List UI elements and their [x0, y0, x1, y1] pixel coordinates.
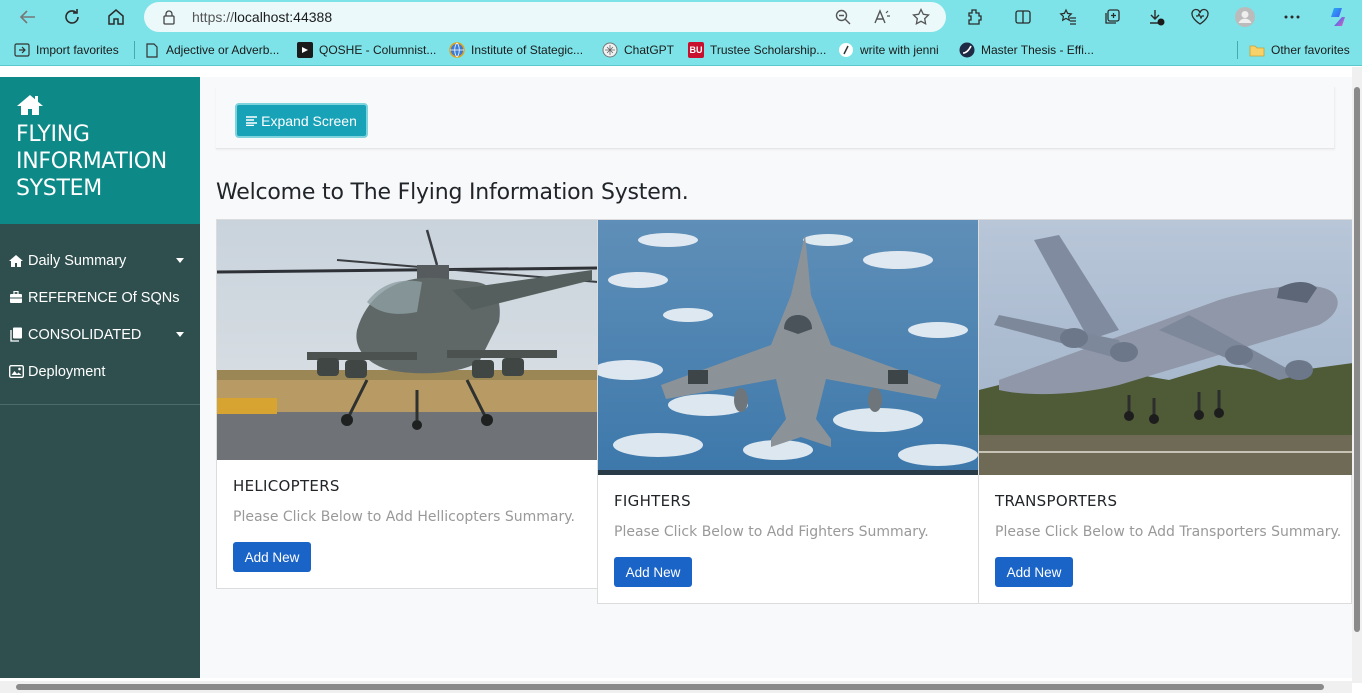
browser-toolbar: https://localhost:44388 — [0, 0, 1362, 34]
bookmark-institute[interactable]: Institute of Stategic... — [449, 41, 583, 59]
card-title: FIGHTERS — [614, 492, 691, 510]
briefcase-icon — [8, 290, 24, 306]
sidebar-brand[interactable]: FLYING INFORMATION SYSTEM — [0, 77, 200, 224]
zoom-icon[interactable] — [834, 8, 852, 31]
transporters-card: TRANSPORTERS Please Click Below to Add T… — [978, 219, 1353, 604]
collections-icon[interactable] — [1100, 5, 1124, 29]
bookmark-label: Master Thesis - Effi... — [981, 43, 1094, 57]
bookmark-trustee[interactable]: BU Trustee Scholarship... — [688, 41, 826, 59]
bookmark-label: Other favorites — [1271, 43, 1350, 57]
read-aloud-icon[interactable] — [873, 8, 891, 31]
sidebar-item-deployment[interactable]: Deployment — [0, 353, 200, 390]
address-bar[interactable]: https://localhost:44388 — [144, 2, 946, 32]
sidebar: FLYING INFORMATION SYSTEM Daily Summary … — [0, 77, 200, 678]
bookmark-separator — [134, 41, 135, 59]
folder-icon — [1249, 42, 1265, 58]
horizontal-scrollbar[interactable] — [0, 681, 1352, 693]
card-text: Please Click Below to Add Hellicopters S… — [233, 509, 575, 525]
helicopter-photo — [217, 220, 598, 460]
page-icon — [144, 42, 160, 58]
sidebar-item-label: CONSOLIDATED — [28, 326, 142, 343]
home-icon — [16, 94, 44, 121]
helicopters-card: HELICOPTERS Please Click Below to Add He… — [216, 219, 598, 589]
bookmark-label: ChatGPT — [624, 43, 675, 57]
copilot-icon[interactable] — [1326, 5, 1350, 29]
url-prefix: https:// — [192, 9, 235, 25]
bookmark-label: QOSHE - Columnist... — [319, 43, 437, 57]
card-title: TRANSPORTERS — [995, 492, 1118, 510]
sidebar-item-consolidated[interactable]: CONSOLIDATED — [0, 316, 200, 353]
more-options-icon[interactable] — [1280, 5, 1304, 29]
bookmark-label: Institute of Stategic... — [471, 43, 584, 57]
chatgpt-icon — [602, 42, 618, 58]
qoshe-logo-icon — [297, 42, 313, 58]
globe-icon — [449, 42, 465, 58]
bookmark-label: write with jenni — [860, 43, 939, 57]
split-screen-icon[interactable] — [1011, 5, 1035, 29]
card-title: HELICOPTERS — [233, 477, 340, 495]
sidebar-divider — [0, 404, 200, 405]
sidebar-item-label: REFERENCE Of SQNs — [28, 289, 180, 306]
bookmark-adjective[interactable]: Adjective or Adverb... — [144, 41, 279, 59]
scrollbar-thumb[interactable] — [16, 684, 1324, 690]
thesis-logo-icon — [959, 42, 975, 58]
back-icon[interactable] — [16, 5, 40, 29]
fighter-jet-photo — [598, 220, 979, 475]
app-viewport: FLYING INFORMATION SYSTEM Daily Summary … — [0, 67, 1362, 693]
add-new-transporter-button[interactable]: Add New — [995, 557, 1073, 587]
downloads-icon[interactable] — [1144, 5, 1168, 29]
align-left-icon — [246, 113, 258, 129]
favorites-icon[interactable] — [1056, 5, 1080, 29]
sidebar-item-daily-summary[interactable]: Daily Summary — [0, 242, 200, 279]
url-text: https://localhost:44388 — [192, 9, 332, 25]
url-host: localhost:44388 — [234, 9, 333, 25]
extensions-icon[interactable] — [963, 5, 987, 29]
app-title: FLYING INFORMATION SYSTEM — [16, 122, 167, 201]
bookmark-chatgpt[interactable]: ChatGPT — [602, 41, 674, 59]
bookmark-other-favorites[interactable]: Other favorites — [1249, 41, 1350, 59]
expand-screen-button[interactable]: Expand Screen — [235, 103, 368, 138]
welcome-heading: Welcome to The Flying Information System… — [216, 180, 689, 205]
bookmark-master-thesis[interactable]: Master Thesis - Effi... — [959, 41, 1094, 59]
sidebar-menu: Daily Summary REFERENCE Of SQNs CONSOLID… — [0, 242, 200, 390]
home-icon — [8, 253, 24, 269]
favorite-star-icon[interactable] — [912, 7, 930, 31]
main-content: Expand Screen Welcome to The Flying Info… — [200, 77, 1353, 678]
bookmark-separator — [1237, 41, 1238, 59]
image-icon — [8, 364, 24, 380]
bookmark-label: Adjective or Adverb... — [166, 43, 280, 57]
card-text: Please Click Below to Add Transporters S… — [995, 524, 1342, 540]
bookmark-label: Trustee Scholarship... — [710, 43, 827, 57]
browser-essentials-icon[interactable] — [1188, 5, 1212, 29]
add-new-fighter-button[interactable]: Add New — [614, 557, 692, 587]
sidebar-item-reference-sqns[interactable]: REFERENCE Of SQNs — [0, 279, 200, 316]
scrollbar-thumb[interactable] — [1354, 87, 1360, 632]
home-icon[interactable] — [104, 5, 128, 29]
add-new-helicopter-button[interactable]: Add New — [233, 542, 311, 572]
top-navbar: Expand Screen — [216, 87, 1335, 149]
import-icon — [14, 42, 30, 58]
feather-icon — [838, 42, 854, 58]
lock-icon — [162, 9, 176, 30]
bookmarks-bar: Import favorites Adjective or Adverb... … — [0, 34, 1362, 66]
vertical-scrollbar[interactable] — [1352, 67, 1362, 683]
sidebar-item-label: Daily Summary — [28, 252, 127, 269]
expand-screen-label: Expand Screen — [261, 112, 357, 129]
bookmark-jenni[interactable]: write with jenni — [838, 41, 939, 59]
card-text: Please Click Below to Add Fighters Summa… — [614, 524, 929, 540]
bookmark-qoshe[interactable]: QOSHE - Columnist... — [297, 41, 436, 59]
refresh-icon[interactable] — [60, 5, 84, 29]
transport-aircraft-photo — [979, 220, 1353, 475]
bookmark-import-favorites[interactable]: Import favorites — [14, 41, 119, 59]
bu-logo-icon: BU — [688, 42, 704, 58]
copy-icon — [8, 327, 24, 343]
chevron-down-icon — [176, 258, 184, 263]
bookmark-label: Import favorites — [36, 43, 119, 57]
fighters-card: FIGHTERS Please Click Below to Add Fight… — [597, 219, 979, 604]
sidebar-item-label: Deployment — [28, 363, 106, 380]
profile-avatar-icon[interactable] — [1233, 5, 1257, 29]
chevron-down-icon — [176, 332, 184, 337]
